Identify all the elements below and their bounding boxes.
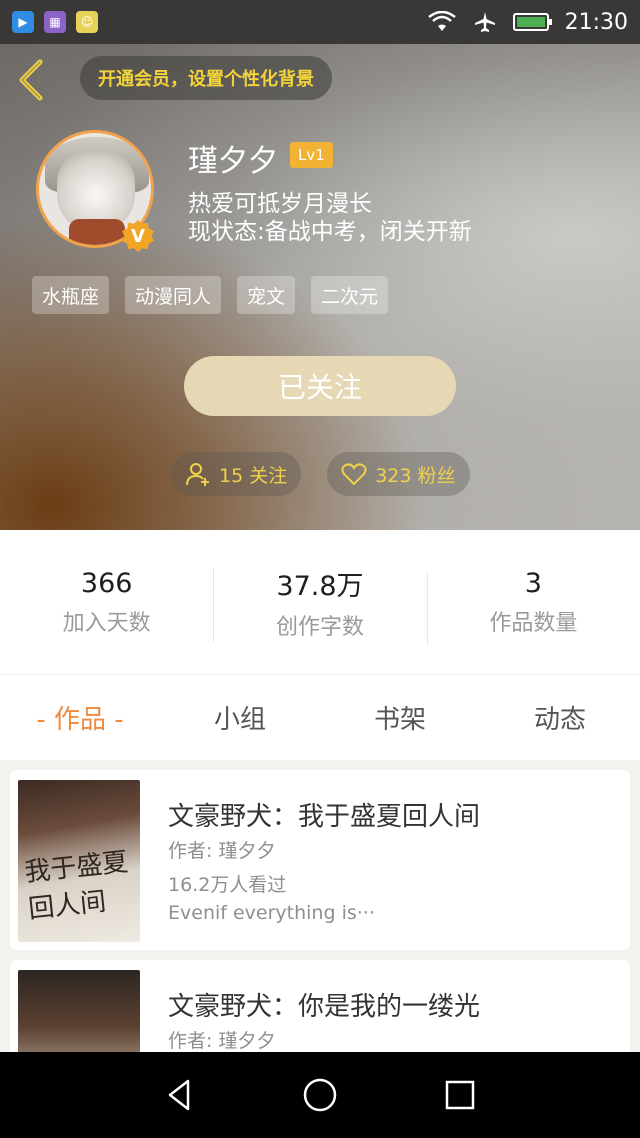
heart-icon: [341, 463, 367, 486]
video-app-icon: ▶: [12, 11, 34, 33]
stat-works-count: 3 作品数量: [426, 567, 640, 646]
home-circle-icon[interactable]: [300, 1075, 340, 1115]
book-description: Evenif everything is···: [168, 902, 375, 924]
battery-charging-icon: [512, 13, 552, 31]
following-count: 15 关注: [219, 464, 288, 487]
system-nav-bar: [0, 1052, 640, 1138]
tag-item[interactable]: 水瓶座: [32, 276, 110, 314]
profile-tabs: - 作品 - 小组 书架 动态: [0, 674, 640, 760]
tab-activity[interactable]: 动态: [480, 699, 640, 736]
bio-line-1: 热爱可抵岁月漫长: [188, 191, 372, 217]
stat-word-count: 37.8万 创作字数: [213, 564, 426, 642]
works-list: 我于盛夏回人间 文豪野犬：我于盛夏回人间 作者: 瑾夕夕 16.2万人看过 Ev…: [0, 760, 640, 1052]
wechat-app-icon: ☺: [76, 11, 98, 33]
bio: 热爱可抵岁月漫长 现状态:备战中考，闭关开新: [188, 190, 472, 246]
bio-line-2: 现状态:备战中考，闭关开新: [188, 219, 472, 245]
book-title: 文豪野犬：我于盛夏回人间: [168, 802, 481, 832]
follow-button[interactable]: 已关注: [184, 356, 456, 416]
tab-bookshelf[interactable]: 书架: [320, 699, 480, 736]
book-title: 文豪野犬：你是我的一缕光: [168, 992, 481, 1022]
recents-square-icon[interactable]: [440, 1075, 480, 1115]
back-triangle-icon[interactable]: [160, 1075, 200, 1115]
stat-value: 3: [524, 567, 542, 599]
back-button[interactable]: [14, 58, 54, 102]
person-add-icon: [186, 463, 209, 486]
vip-background-prompt[interactable]: 开通会员，设置个性化背景: [80, 56, 332, 100]
stat-label: 作品数量: [489, 610, 578, 636]
airplane-icon: [474, 12, 495, 32]
tag-item[interactable]: 动漫同人: [125, 276, 222, 314]
wifi-icon: [427, 11, 456, 31]
social-stats: 15 关注 323 粉丝: [171, 452, 470, 496]
stat-value: 366: [80, 567, 133, 599]
tab-groups[interactable]: 小组: [160, 699, 320, 736]
stat-value: 37.8万: [276, 570, 364, 602]
stat-label: 加入天数: [62, 610, 151, 636]
book-views: 16.2万人看过: [168, 874, 287, 896]
stat-label: 创作字数: [275, 614, 364, 640]
book-cover: 我于盛夏回人间: [18, 780, 140, 942]
following-button[interactable]: 15 关注: [171, 452, 302, 496]
list-item[interactable]: 文豪野犬：你是我的一缕光 作者: 瑾夕夕: [10, 960, 630, 1052]
book-author: 作者: 瑾夕夕: [168, 1030, 276, 1052]
stat-join-days: 366 加入天数: [0, 568, 213, 637]
list-item[interactable]: 我于盛夏回人间 文豪野犬：我于盛夏回人间 作者: 瑾夕夕 16.2万人看过 Ev…: [10, 770, 630, 950]
level-badge: Lv1: [290, 142, 333, 168]
book-cover: [18, 970, 140, 1052]
profile-stats: 366 加入天数 37.8万 创作字数 3 作品数量: [0, 530, 640, 674]
clock: 21:30: [564, 9, 628, 35]
chevron-left-icon: [19, 59, 43, 101]
tag-item[interactable]: 二次元: [311, 276, 389, 314]
username: 瑾夕夕: [188, 144, 278, 179]
tag-list: 水瓶座 动漫同人 宠文 二次元: [32, 276, 389, 314]
fans-button[interactable]: 323 粉丝: [327, 452, 470, 496]
gallery-app-icon: ▦: [44, 11, 66, 33]
cover-title: 我于盛夏回人间: [23, 847, 130, 925]
tab-works[interactable]: - 作品 -: [0, 699, 160, 736]
profile-header: 开通会员，设置个性化背景 V 瑾夕夕 Lv1 热爱可抵岁月漫长 现状态:备战中考…: [0, 44, 640, 530]
tag-item[interactable]: 宠文: [237, 276, 296, 314]
fans-count: 323 粉丝: [375, 464, 456, 487]
book-author: 作者: 瑾夕夕: [168, 840, 276, 862]
status-bar: ▶ ▦ ☺ 21:30: [0, 0, 640, 44]
